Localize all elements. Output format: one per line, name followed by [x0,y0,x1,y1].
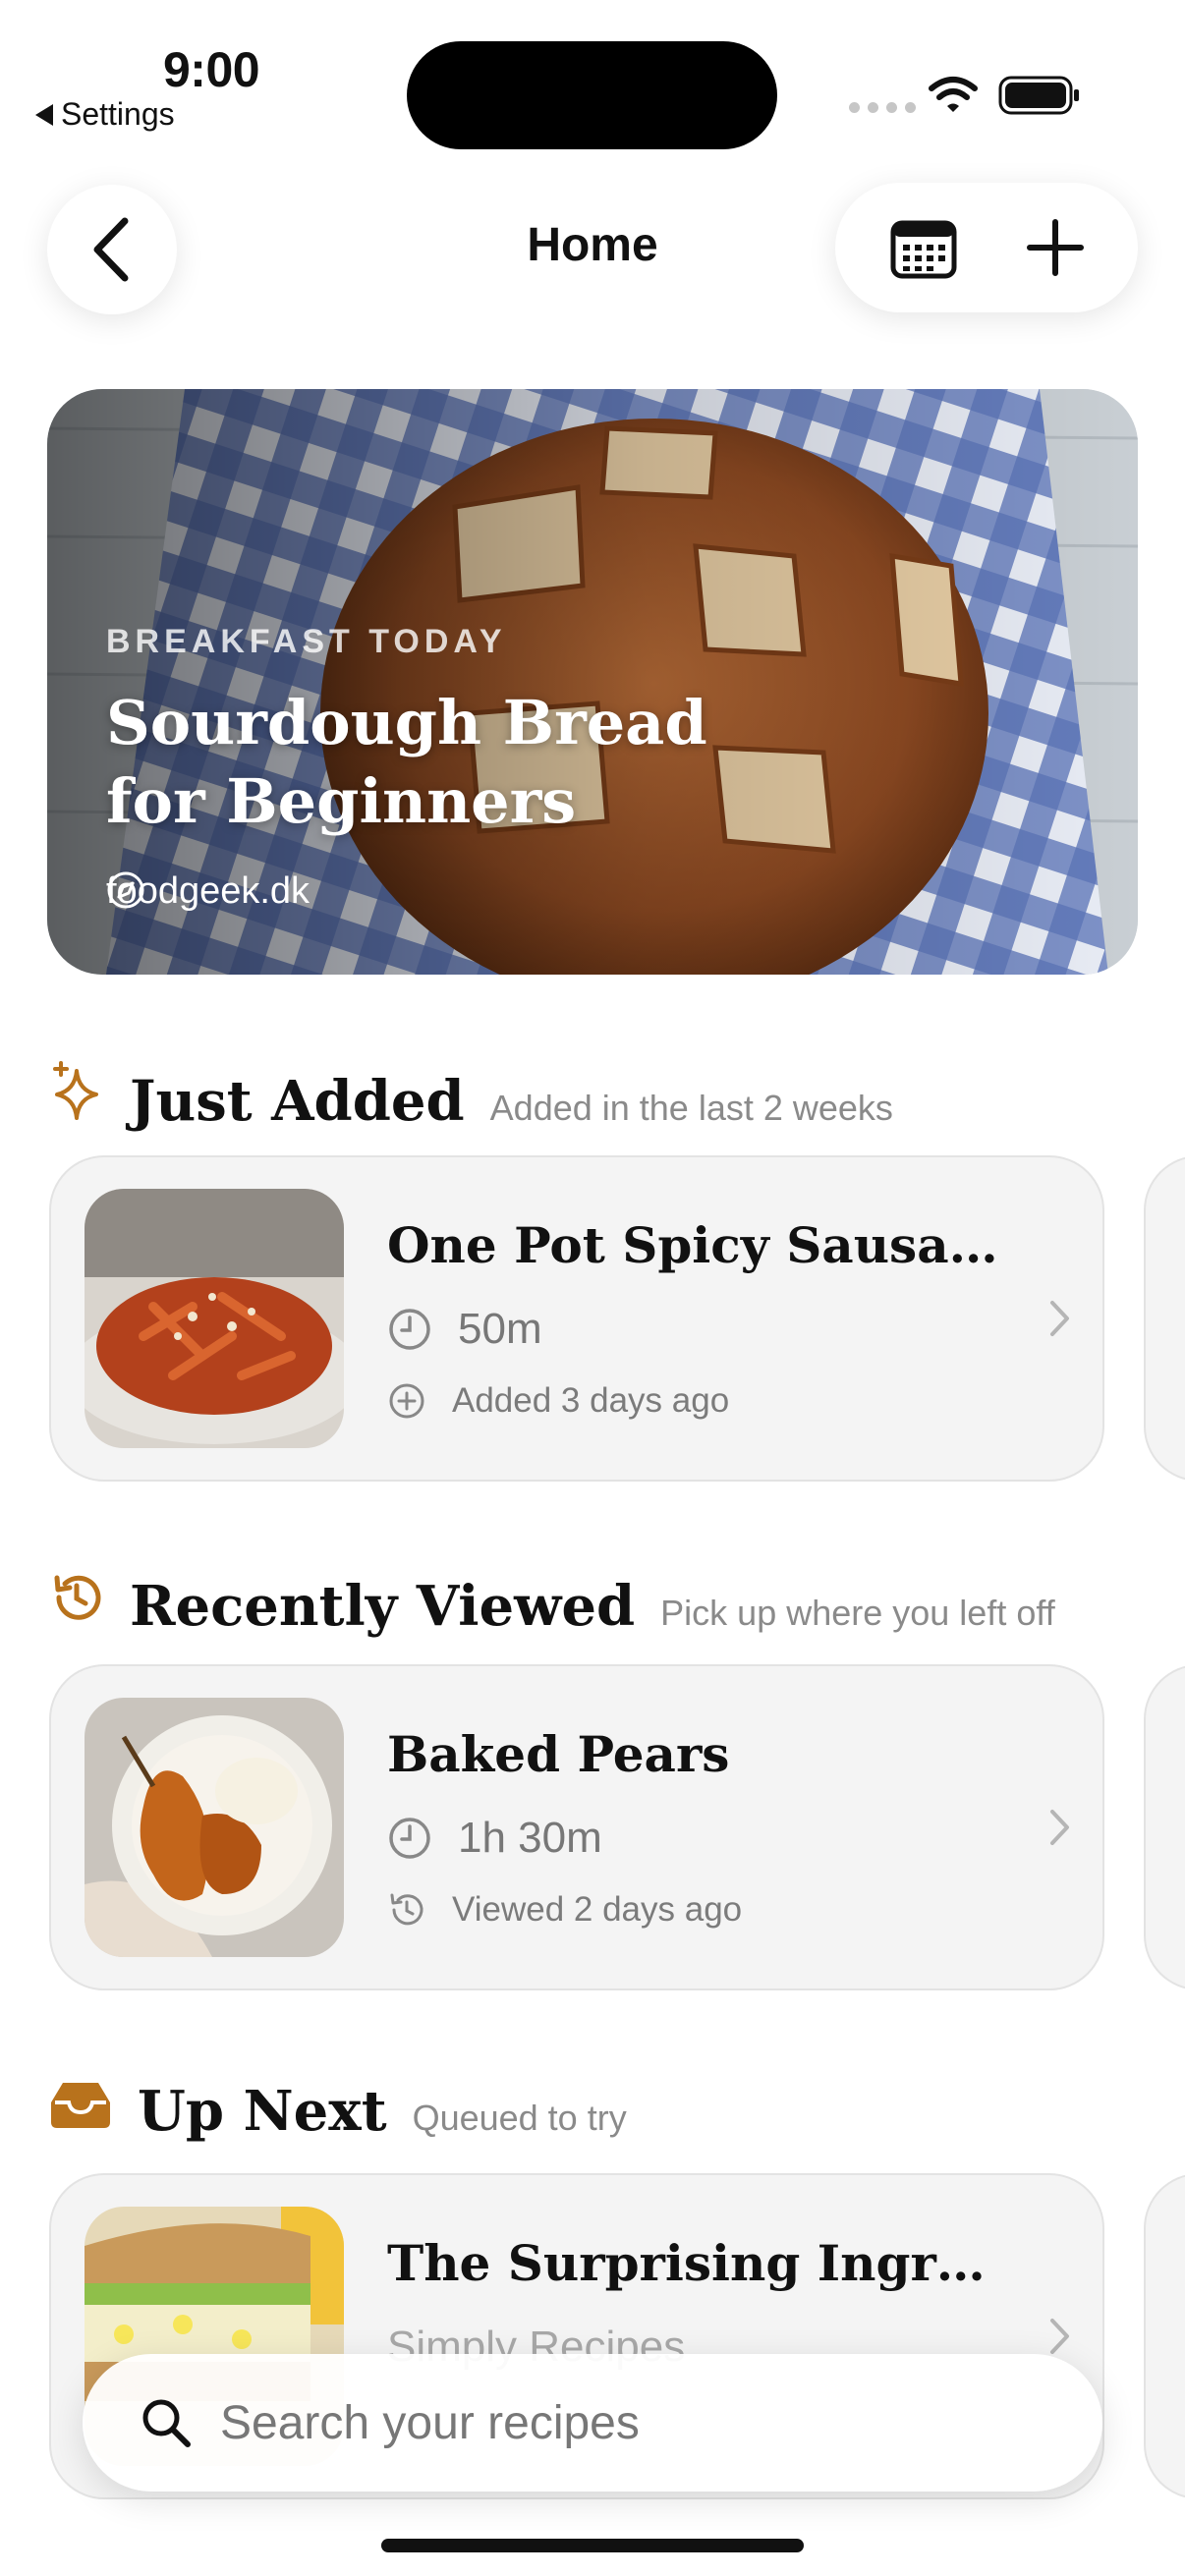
recipe-meta: Added 3 days ago [452,1381,730,1420]
recipe-time: 1h 30m [458,1814,602,1862]
recipe-meta: Viewed 2 days ago [452,1890,743,1929]
recipe-time-row: 1h 30m [387,1814,602,1863]
calendar-icon[interactable] [889,215,958,280]
home-indicator [381,2539,804,2552]
section-subtitle: Queued to try [412,2098,627,2138]
next-card-peek[interactable] [1144,2173,1185,2499]
cellular-signal-icon [849,102,916,113]
next-card-peek[interactable] [1144,1155,1185,1482]
featured-recipe-card[interactable]: BREAKFAST TODAY Sourdough Bread for Begi… [47,389,1138,975]
recipe-card-just-added[interactable]: One Pot Spicy Sausage... 50m Added 3 day… [49,1155,1104,1482]
up-next-header: Up Next Queued to try [49,2079,627,2144]
section-subtitle: Pick up where you left off [660,1593,1055,1633]
plus-icon[interactable] [1026,218,1085,277]
recipe-card-recently-viewed[interactable]: Baked Pears 1h 30m Viewed 2 days ago [49,1664,1104,1990]
next-card-peek[interactable] [1144,1664,1185,1990]
dynamic-island [407,41,777,149]
compass-icon [107,871,144,909]
recipe-meta-row: Viewed 2 days ago [387,1890,742,1930]
chevron-right-icon [1050,2319,1069,2354]
section-title: Up Next [138,2079,387,2144]
search-icon [142,2399,191,2447]
section-subtitle: Added in the last 2 weeks [489,1088,893,1128]
recipe-thumbnail [85,1698,344,1957]
wifi-icon [929,77,978,112]
hero-source: foodgeek.dk [106,870,310,913]
hero-eyebrow: BREAKFAST TODAY [106,623,507,660]
battery-icon [998,76,1079,115]
recipe-title: The Surprising Ingredi... [387,2234,1016,2292]
clock-icon [389,1818,430,1859]
hero-title: Sourdough Bread for Beginners [106,687,707,837]
history-icon [390,1893,423,1926]
recipe-meta-row: Added 3 days ago [387,1381,729,1421]
back-app-label: Settings [61,96,175,132]
chevron-right-icon [1050,1301,1069,1336]
search-bar[interactable]: Search your recipes [83,2354,1102,2492]
recipe-time-row: 50m [387,1305,542,1354]
back-triangle-icon [35,103,53,126]
sparkles-icon [53,1061,98,1120]
plus-circle-icon [389,1383,424,1419]
nav-actions [835,183,1138,312]
recipe-time: 50m [458,1305,542,1353]
recently-viewed-header: Recently Viewed Pick up where you left o… [49,1570,1055,1639]
status-time: 9:00 [163,42,260,97]
recipe-title: Baked Pears [387,1725,730,1783]
inbox-tray-icon [51,2083,110,2128]
section-title: Recently Viewed [130,1574,636,1639]
section-title: Just Added [130,1069,465,1134]
back-to-app-link[interactable]: Settings [35,96,175,133]
search-input[interactable]: Search your recipes [220,2396,640,2450]
just-added-header: Just Added Added in the last 2 weeks [49,1061,893,1134]
clock-icon [389,1309,430,1350]
history-icon [54,1575,101,1620]
chevron-right-icon [1050,1810,1069,1845]
recipe-title: One Pot Spicy Sausage... [387,1216,1016,1274]
recipe-thumbnail [85,1189,344,1448]
